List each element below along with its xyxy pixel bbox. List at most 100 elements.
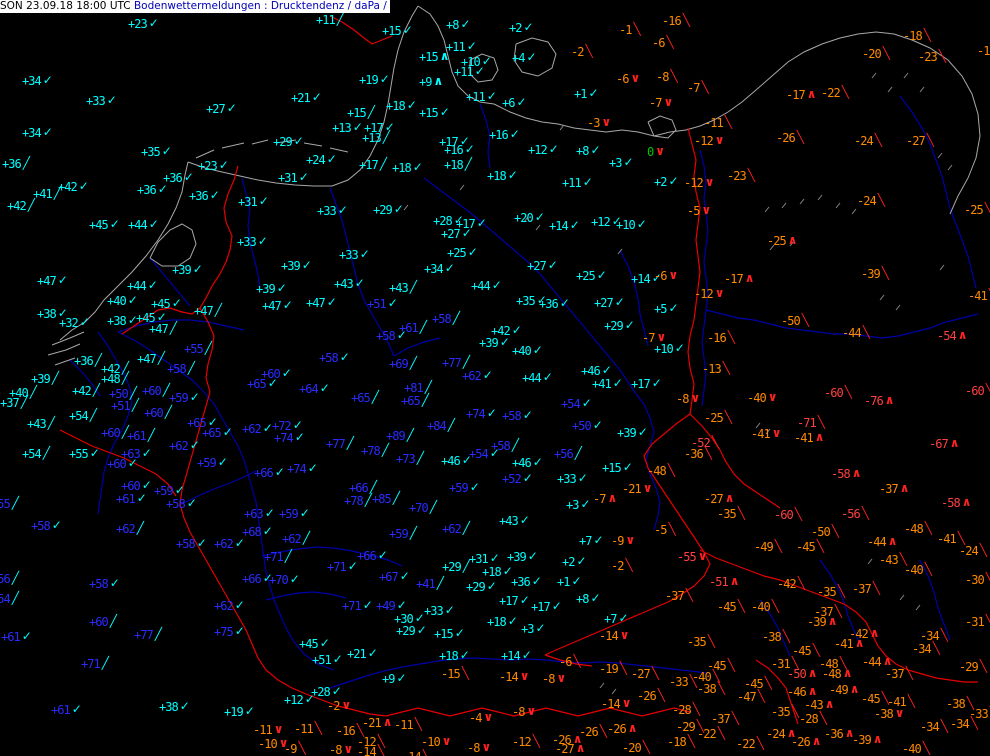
tendency-symbol-icon: ✓ xyxy=(127,293,138,307)
station: -6 ╲ xyxy=(559,655,581,668)
station: +18 ✓ xyxy=(392,161,423,174)
station: +43 ✓ xyxy=(499,514,530,527)
station: +39 ✓ xyxy=(479,336,510,349)
station: +59 ╱ xyxy=(389,527,417,541)
station-value: -11 xyxy=(253,723,273,737)
tendency-symbol-icon: ╲ xyxy=(685,588,693,602)
tendency-symbol-icon: ✓ xyxy=(21,629,32,643)
tendency-symbol-icon: ∧ xyxy=(884,393,895,407)
tendency-symbol-icon: ╲ xyxy=(796,130,804,144)
station: +19 ✓ xyxy=(224,704,255,718)
station-value: -12 xyxy=(684,176,704,190)
station: -50 ╲ xyxy=(781,314,809,327)
tendency-symbol-icon: ∧ xyxy=(872,732,883,746)
station-value: +62 xyxy=(462,369,482,383)
station: -27 ∧ xyxy=(704,491,735,505)
tendency-symbol-icon: ✓ xyxy=(109,576,120,590)
station-value: -1 xyxy=(977,44,990,58)
tendency-symbol-icon: ╱ xyxy=(204,341,212,355)
station-value: +10 xyxy=(616,218,636,232)
tendency-symbol-icon: ╲ xyxy=(979,659,987,673)
tendency-symbol-icon: ╲ xyxy=(722,361,730,375)
tendency-symbol-icon: ∧ xyxy=(854,636,865,650)
station: +60 ╱ xyxy=(89,614,117,628)
station: +44 ✓ xyxy=(127,278,158,292)
station-value: -22 xyxy=(736,737,756,751)
station-value: -1 xyxy=(619,23,632,37)
station-value: +44 xyxy=(128,218,148,232)
tendency-symbol-icon: ╱ xyxy=(169,321,177,335)
tendency-symbol-icon: ∧ xyxy=(724,491,735,505)
station-value: -28 xyxy=(799,712,819,726)
tendency-symbol-icon: ∨ xyxy=(771,426,782,440)
tendency-symbol-icon: ╲ xyxy=(689,674,697,688)
tendency-symbol-icon: ╲ xyxy=(724,115,732,129)
station-value: +40 xyxy=(512,344,532,358)
station-value: -45 xyxy=(717,600,737,614)
station-value: -8 xyxy=(329,743,342,756)
station: +17 ✓ xyxy=(531,600,562,613)
station-value: +15 xyxy=(602,461,622,475)
tendency-symbol-icon: ✓ xyxy=(262,524,273,538)
tendency-symbol-icon: ∨ xyxy=(642,481,653,495)
station: -37 ╲ xyxy=(665,588,693,602)
station: -22 ╲ xyxy=(736,737,764,751)
station: -16 ╲ xyxy=(707,330,735,344)
station-value: +32 xyxy=(59,316,79,330)
tendency-symbol-icon: ✓ xyxy=(244,704,255,718)
station: +45 ✓ xyxy=(151,297,182,310)
station: +11 ✓ xyxy=(466,90,497,104)
station-value: -48 xyxy=(904,522,924,536)
station: +7 ✓ xyxy=(604,612,629,625)
station: +50 ✓ xyxy=(572,418,603,432)
station-value: -41 xyxy=(834,637,854,651)
station-value: +49 xyxy=(376,599,396,613)
station-value: +36 xyxy=(74,354,94,368)
tendency-symbol-icon: ✓ xyxy=(147,278,158,292)
tendency-symbol-icon: ╱ xyxy=(109,614,117,628)
tendency-symbol-icon: ✓ xyxy=(580,497,591,511)
station-value: +9 xyxy=(382,672,395,686)
tendency-symbol-icon: ∧ xyxy=(957,328,968,342)
station-value: -6 xyxy=(616,72,629,86)
tendency-symbol-icon: ╲ xyxy=(727,330,735,344)
station: +27 ✓ xyxy=(441,227,472,240)
station-value: +42 xyxy=(7,199,27,213)
tendency-symbol-icon: ✓ xyxy=(106,93,117,107)
station: -58 ∧ xyxy=(831,467,861,480)
station-value: -34 xyxy=(950,717,970,731)
station: +51 ✓ xyxy=(367,297,398,310)
station: +54╱ xyxy=(22,447,50,461)
station: +63 ✓ xyxy=(244,507,275,520)
tendency-symbol-icon: ╱ xyxy=(11,591,19,605)
station: -50 ∧ xyxy=(787,667,817,680)
station: +55╱ xyxy=(0,497,19,510)
tendency-symbol-icon: ✓ xyxy=(592,418,603,432)
station-value: +11 xyxy=(466,90,486,104)
tendency-symbol-icon: ╱ xyxy=(452,311,460,325)
station: +71 ✓ xyxy=(342,599,373,613)
station: +60 ✓ xyxy=(261,367,292,380)
station-value: +67 xyxy=(379,570,399,584)
tendency-symbol-icon: ✓ xyxy=(464,142,475,156)
station: +47 ╱ xyxy=(194,304,222,317)
station: +25 ✓ xyxy=(576,269,607,282)
station-value: +15 xyxy=(434,627,454,641)
station-value: +54 xyxy=(22,447,42,461)
station: +47 ✓ xyxy=(262,299,293,312)
tendency-symbol-icon: ╱ xyxy=(392,491,400,505)
station-value: +66 xyxy=(357,549,377,563)
station-value: +59 xyxy=(389,527,409,541)
tendency-symbol-icon: ╲ xyxy=(861,506,869,520)
tendency-symbol-icon: ✓ xyxy=(469,480,480,494)
station: +60 ✓ xyxy=(107,457,138,470)
station-value: +71 xyxy=(342,599,362,613)
tendency-symbol-icon: ╲ xyxy=(844,385,852,399)
tendency-symbol-icon: ╲ xyxy=(819,711,827,725)
tendency-symbol-icon: ╲ xyxy=(791,704,799,718)
station: +66 ✓ xyxy=(357,549,388,563)
station: -17 ∧ xyxy=(786,88,816,101)
tendency-symbol-icon: ✓ xyxy=(148,16,159,30)
station: +62 ╱ xyxy=(282,532,310,545)
station-value: +27 xyxy=(206,102,226,116)
